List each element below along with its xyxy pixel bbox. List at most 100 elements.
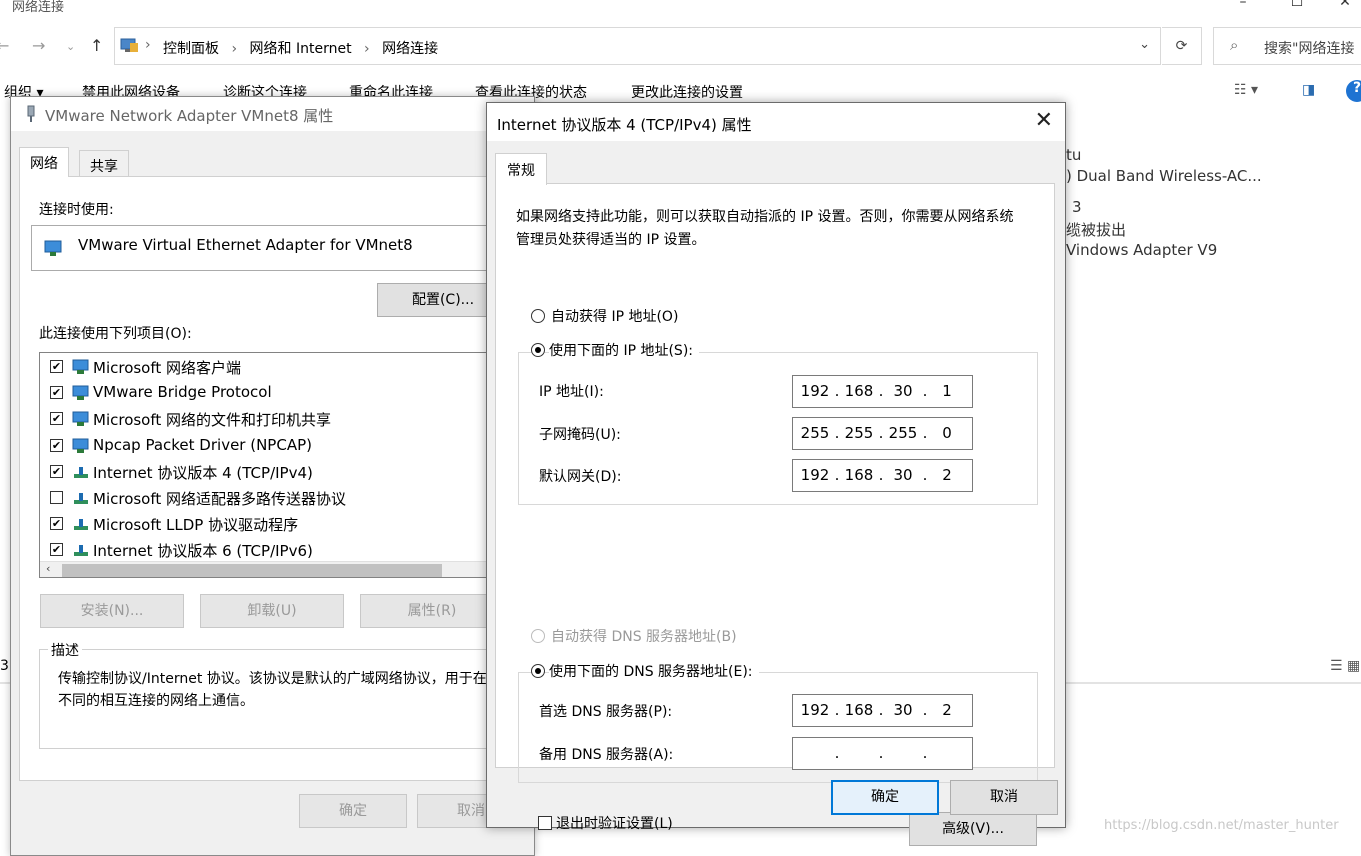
adapter-properties-dialog: VMware Network Adapter VMnet8 属性 网络 共享 连…	[10, 96, 579, 856]
protocol-icon	[74, 519, 88, 531]
gateway-input[interactable]: 192 . 168 . 30 . 2	[792, 459, 973, 492]
manual-dns-group: 首选 DNS 服务器(P): 192 . 168 . 30 . 2 备用 DNS…	[518, 672, 1038, 783]
network-client-icon	[72, 359, 89, 374]
chevron-down-icon[interactable]: ⌄	[1139, 37, 1150, 52]
list-item[interactable]: ✔ VMware Bridge Protocol	[40, 380, 508, 406]
adapter-dialog-titlebar: VMware Network Adapter VMnet8 属性	[11, 97, 534, 131]
connect-using-label: 连接时使用:	[39, 202, 114, 218]
list-item-label: Microsoft LLDP 协议驱动程序	[93, 516, 299, 535]
ip-dot: .	[878, 424, 884, 442]
list-item[interactable]: ✔ Microsoft 网络客户端	[40, 354, 508, 380]
ip-octet: 168	[844, 466, 874, 484]
properties-button[interactable]: 属性(R)	[360, 594, 504, 628]
help-icon[interactable]: ?	[1346, 80, 1361, 102]
scrollbar-thumb[interactable]	[62, 564, 442, 577]
view-options-icon[interactable]: ☷ ▾	[1234, 82, 1258, 98]
item-checkbox[interactable]: ✔	[50, 438, 63, 452]
description-legend: 描述	[48, 640, 82, 660]
manual-ip-label: 使用下面的 IP 地址(S):	[549, 340, 699, 360]
manual-ip-radio[interactable]	[531, 343, 545, 357]
ip-octet: 255	[888, 424, 918, 442]
auto-dns-label: 自动获得 DNS 服务器地址(B)	[551, 629, 737, 645]
subnet-mask-input[interactable]: 255 . 255 . 255 . 0	[792, 417, 973, 450]
adapter-ok-button[interactable]: 确定	[299, 794, 407, 828]
advanced-button[interactable]: 高级(V)...	[909, 812, 1037, 846]
tab-sharing[interactable]: 共享	[79, 150, 129, 177]
ip-octet: 255	[800, 424, 830, 442]
general-panel: 如果网络支持此功能，则可以获取自动指派的 IP 设置。否则，你需要从网络系统管理…	[495, 183, 1055, 846]
tab-network[interactable]: 网络	[19, 147, 69, 177]
maximize-button[interactable]: ☐	[1274, 0, 1320, 10]
watermark: https://blog.csdn.net/master_hunter	[1104, 818, 1339, 833]
list-item[interactable]: Microsoft 网络适配器多路传送器协议	[40, 485, 508, 511]
auto-ip-radio[interactable]	[531, 309, 545, 323]
description-text: 传输控制协议/Internet 协议。该协议是默认的广域网络协议，用于在不同的相…	[58, 671, 487, 709]
breadcrumb-item[interactable]: 网络和 Internet	[250, 41, 352, 57]
breadcrumb-item[interactable]: 控制面板	[163, 41, 219, 57]
list-item[interactable]: ✔ Microsoft LLDP 协议驱动程序	[40, 511, 508, 537]
item-checkbox[interactable]: ✔	[50, 543, 63, 557]
connection-detail: 3	[1072, 198, 1082, 216]
preferred-dns-input[interactable]: 192 . 168 . 30 . 2	[792, 694, 973, 727]
ip-dot: .	[878, 701, 884, 719]
ip-octet: 192	[800, 466, 830, 484]
alternate-dns-input[interactable]: . . .	[792, 737, 973, 770]
list-item[interactable]: ✔ Microsoft 网络的文件和打印机共享	[40, 406, 508, 432]
validate-checkbox[interactable]	[538, 816, 552, 830]
up-arrow-icon[interactable]: ↑	[90, 36, 103, 55]
item-checkbox[interactable]	[50, 491, 63, 504]
list-item[interactable]: ✔ Npcap Packet Driver (NPCAP)	[40, 433, 508, 459]
item-checkbox[interactable]: ✔	[50, 412, 63, 426]
auto-dns-radio[interactable]	[531, 629, 545, 643]
item-checkbox[interactable]: ✔	[50, 464, 63, 478]
network-client-icon	[72, 438, 89, 453]
breadcrumb-separator-icon: ›	[364, 41, 370, 57]
horizontal-scrollbar[interactable]: ‹ ›	[40, 561, 508, 577]
auto-ip-label: 自动获得 IP 地址(O)	[551, 309, 679, 325]
network-client-icon	[72, 411, 89, 427]
connection-detail: ) Dual Band Wireless-AC...	[1066, 167, 1262, 185]
ip-dot: .	[834, 701, 840, 719]
breadcrumb-separator-icon: ›	[145, 37, 151, 53]
refresh-button[interactable]: ⟳	[1162, 27, 1202, 65]
preview-pane-icon[interactable]: ◨	[1302, 82, 1315, 98]
status-count: 3	[0, 658, 9, 674]
address-row: ← → ⌄ ↑ › 控制面板 › 网络和 Internet › 网络连接 ⌄ ⟳…	[0, 26, 1361, 66]
list-item[interactable]: ✔ Internet 协议版本 4 (TCP/IPv4)	[40, 459, 508, 485]
scroll-left-icon[interactable]: ‹	[46, 562, 50, 575]
forward-arrow-icon[interactable]: →	[32, 36, 45, 55]
address-bar[interactable]: › 控制面板 › 网络和 Internet › 网络连接 ⌄	[114, 27, 1161, 65]
items-label: 此连接使用下列项目(O):	[39, 326, 192, 342]
install-button[interactable]: 安装(N)...	[40, 594, 184, 628]
network-client-icon	[72, 385, 89, 401]
ip-dot: .	[922, 744, 928, 762]
item-checkbox[interactable]: ✔	[50, 360, 63, 373]
ip-dot: .	[922, 466, 928, 484]
ip-address-input[interactable]: 192 . 168 . 30 . 1	[792, 375, 973, 408]
close-icon[interactable]: ✕	[1035, 109, 1053, 133]
details-view-icon[interactable]: ☰ ▦	[1330, 658, 1360, 674]
ok-button[interactable]: 确定	[831, 780, 939, 815]
back-arrow-icon[interactable]: ←	[0, 36, 9, 55]
items-listbox[interactable]: ✔ Microsoft 网络客户端 ✔ VMware Bridge Protocol ✔…	[39, 352, 509, 578]
ip-dot: .	[834, 466, 840, 484]
list-item[interactable]: ✔ Internet 协议版本 6 (TCP/IPv6)	[40, 537, 508, 563]
tab-general[interactable]: 常规	[495, 153, 547, 185]
item-checkbox[interactable]: ✔	[50, 386, 63, 400]
window-title: 网络连接	[12, 0, 65, 15]
uninstall-button[interactable]: 卸载(U)	[200, 594, 344, 628]
ip-dot: .	[834, 382, 840, 400]
minimize-button[interactable]: –	[1220, 0, 1266, 10]
item-checkbox[interactable]: ✔	[50, 517, 63, 531]
recent-dropdown-icon[interactable]: ⌄	[66, 40, 75, 53]
search-input[interactable]: ⌕ 搜索"网络连接	[1213, 27, 1361, 65]
manual-dns-radio[interactable]	[531, 664, 545, 678]
cancel-button[interactable]: 取消	[950, 780, 1058, 815]
adapter-name: VMware Virtual Ethernet Adapter for VMne…	[78, 236, 413, 254]
close-window-button[interactable]: ✕	[1322, 0, 1361, 10]
change-settings-command[interactable]: 更改此连接的设置	[631, 82, 743, 102]
list-item-label: VMware Bridge Protocol	[93, 383, 272, 402]
breadcrumb-item[interactable]: 网络连接	[382, 41, 438, 57]
network-adapter-icon	[44, 240, 62, 256]
ipv4-dialog-title: Internet 协议版本 4 (TCP/IPv4) 属性	[497, 116, 752, 134]
